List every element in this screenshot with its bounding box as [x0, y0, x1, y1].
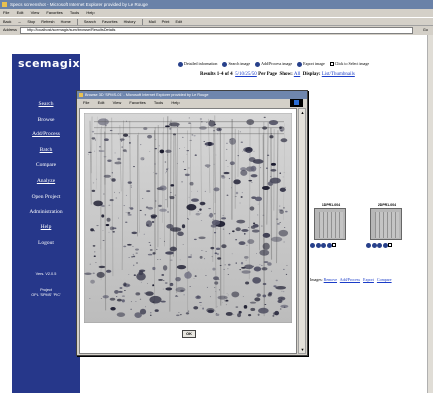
nav-help[interactable]: Help	[12, 224, 80, 230]
gel-image	[84, 113, 292, 323]
thumbnail-actions	[310, 243, 336, 249]
menu-tools[interactable]: Tools	[70, 10, 79, 15]
info-icon	[178, 61, 183, 67]
browser-toolbar: Back → Stop Refresh Home Search Favorite…	[0, 17, 433, 26]
info-icon[interactable]	[366, 243, 371, 248]
select-checkbox[interactable]	[332, 243, 336, 247]
menu-edit[interactable]: Edit	[17, 10, 24, 15]
go-button[interactable]: Go	[423, 26, 428, 35]
popup-menu-favorites[interactable]: Favorites	[129, 100, 145, 105]
windows-logo-icon	[290, 99, 303, 107]
popup-menu-view[interactable]: View	[113, 100, 122, 105]
menu-view[interactable]: View	[31, 10, 40, 15]
search-image-icon	[222, 61, 228, 67]
export-icon	[297, 61, 303, 67]
nav-add-process[interactable]: Add/Process	[12, 131, 80, 137]
ok-button[interactable]: OK	[182, 330, 196, 338]
project-value: OPL 'SPMS' 'PIC'	[31, 293, 61, 297]
mail-button[interactable]: Mail	[149, 20, 156, 24]
display-mode-link[interactable]: List/Thumbnails	[322, 72, 355, 77]
popup-title: Browse 3D 'SPMS-01' - Microsoft Internet…	[85, 93, 209, 97]
nav-analyze[interactable]: Analyze	[12, 178, 80, 184]
nav-logout[interactable]: Logout	[12, 240, 80, 246]
popup-title-bar: Browse 3D 'SPMS-01' - Microsoft Internet…	[77, 91, 307, 99]
add-process-icon[interactable]	[321, 243, 326, 248]
images-label: Images:	[310, 277, 323, 282]
result-thumbnail[interactable]: 1DPR1-004	[314, 203, 346, 240]
toolbar-separator	[141, 19, 143, 25]
back-button[interactable]: Back	[3, 20, 11, 24]
per-page-options[interactable]: 5/10/25/50	[235, 72, 257, 77]
scemagix-logo: scemagix™	[12, 54, 84, 74]
edit-button[interactable]: Edit	[176, 20, 183, 24]
scroll-up-icon[interactable]: ▲	[300, 110, 305, 115]
nav-batch[interactable]: Batch	[12, 147, 80, 153]
address-bar: Address http://localhost/scemagix/sum/br…	[0, 26, 433, 35]
nav-browse[interactable]: Browse	[12, 117, 80, 123]
nav-compare[interactable]: Compare	[12, 162, 80, 168]
popup-menu-tools[interactable]: Tools	[154, 100, 163, 105]
nav-open-project[interactable]: Open Project	[12, 194, 80, 200]
thumbnail-label: 2DPR1-004	[377, 203, 397, 207]
address-label: Address	[3, 28, 17, 32]
add-process-icon[interactable]	[377, 243, 382, 248]
export-link[interactable]: Export	[363, 277, 374, 282]
history-button[interactable]: History	[124, 20, 136, 24]
popup-menu-edit[interactable]: Edit	[98, 100, 105, 105]
popup-scrollbar[interactable]: ▲ ▼	[298, 108, 306, 354]
info-icon[interactable]	[310, 243, 315, 248]
export-icon[interactable]	[326, 243, 332, 248]
export-icon[interactable]	[382, 243, 388, 248]
home-button[interactable]: Home	[61, 20, 71, 24]
icon-legend: Detailed information Search image Add/Pr…	[178, 61, 373, 67]
compare-link[interactable]: Compare	[377, 277, 392, 282]
favorites-button[interactable]: Favorites	[102, 20, 118, 24]
popup-menu-file[interactable]: File	[83, 100, 89, 105]
add-process-link[interactable]: Add/Process	[340, 277, 360, 282]
refresh-button[interactable]: Refresh	[41, 20, 54, 24]
thumbnail-actions	[366, 243, 392, 249]
show-label: Show:	[279, 72, 293, 77]
ie-icon	[79, 93, 83, 97]
select-checkbox[interactable]	[388, 243, 392, 247]
nav-administration[interactable]: Administration	[12, 209, 80, 215]
toolbar-separator	[76, 19, 78, 25]
add-process-icon	[255, 61, 261, 67]
version-text: Vers. V2.0.5	[35, 272, 57, 276]
print-button[interactable]: Print	[162, 20, 170, 24]
gel-image	[319, 212, 343, 238]
gel-viewer-popup: Browse 3D 'SPMS-01' - Microsoft Internet…	[76, 90, 308, 356]
popup-content: OK	[79, 108, 297, 354]
results-count: Results 1-4 of 4	[200, 72, 233, 77]
per-page-label: Per Page	[258, 72, 277, 77]
browser-menu-bar: File Edit View Favorites Tools Help	[0, 9, 433, 17]
search-image-icon[interactable]	[315, 243, 321, 248]
browser-title-bar: Specs screenshot - Microsoft Internet Ex…	[0, 0, 433, 9]
remove-link[interactable]: Remove	[324, 277, 337, 282]
nav-search[interactable]: Search	[12, 101, 80, 107]
display-label: Display:	[302, 72, 321, 77]
thumbnail-label: 1DPR1-004	[321, 203, 341, 207]
images-actions: Images: Remove Add/Process Export Compar…	[310, 277, 394, 282]
browser-title: Specs screenshot - Microsoft Internet Ex…	[10, 2, 148, 7]
forward-button[interactable]: →	[18, 20, 22, 24]
ie-icon	[2, 2, 7, 7]
search-image-icon[interactable]	[371, 243, 377, 248]
result-thumbnail[interactable]: 2DPR1-004	[370, 203, 402, 240]
checkbox-icon	[329, 62, 334, 67]
search-button[interactable]: Search	[84, 20, 96, 24]
popup-menu-bar: File Edit View Favorites Tools Help	[77, 99, 307, 107]
gel-image	[375, 212, 399, 238]
menu-favorites[interactable]: Favorites	[46, 10, 62, 15]
show-all-link[interactable]: All	[294, 72, 300, 77]
page-scrollbar[interactable]	[427, 35, 433, 393]
results-bar: Results 1-4 of 4 5/10/25/50 Per Page Sho…	[200, 72, 355, 77]
popup-menu-help[interactable]: Help	[171, 100, 179, 105]
menu-file[interactable]: File	[3, 10, 9, 15]
address-input[interactable]: http://localhost/scemagix/sum/browse/Res…	[20, 27, 413, 34]
stop-button[interactable]: Stop	[27, 20, 35, 24]
menu-help[interactable]: Help	[86, 10, 94, 15]
scroll-down-icon[interactable]: ▼	[300, 347, 305, 352]
